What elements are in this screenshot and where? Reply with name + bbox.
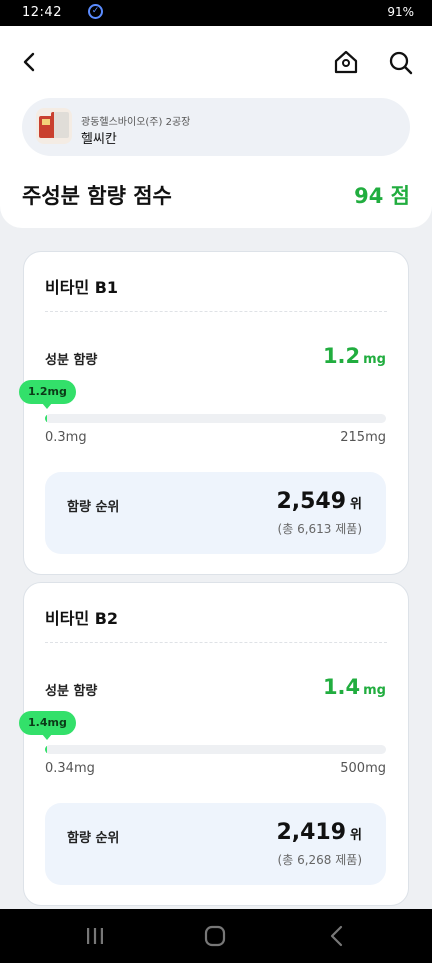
home-circle-icon (204, 925, 226, 947)
amount-bar (45, 745, 386, 754)
range-max: 500mg (340, 761, 386, 776)
rank-total: (총 6,613 제품) (277, 522, 362, 536)
status-bar: 12:42 ✓ 91% (0, 0, 432, 26)
ingredient-card: 비타민 B1 성분 함량 1.2 mg 1.2mg 0.3mg 215mg 함량 … (19, 251, 409, 575)
rank-total: (총 6,268 제품) (277, 853, 362, 867)
rank-box: 함량 순위 2,549 위 (총 6,613 제품) (45, 472, 386, 554)
score-title: 주성분 함량 점수 (22, 184, 172, 208)
search-button[interactable] (388, 48, 414, 76)
rank-label: 함량 순위 (67, 500, 120, 515)
range-min: 0.3mg (45, 430, 87, 445)
recent-apps-button[interactable] (80, 921, 110, 951)
rank-value: 2,549 위 (276, 489, 362, 514)
home-nav-button[interactable] (200, 921, 230, 951)
divider (45, 642, 387, 643)
amount-value: 1.4 mg (322, 675, 386, 699)
product-thumbnail (36, 108, 72, 144)
home-icon (334, 50, 358, 74)
rank-box: 함량 순위 2,419 위 (총 6,268 제품) (45, 803, 386, 885)
amount-bar-fill (45, 414, 47, 423)
range-min: 0.34mg (45, 761, 95, 776)
divider (45, 311, 387, 312)
back-chevron-icon (330, 925, 343, 947)
check-circle-icon: ✓ (88, 4, 103, 19)
system-nav-bar (0, 909, 432, 963)
search-icon (389, 51, 413, 75)
status-time: 12:42 (22, 5, 62, 20)
battery-level: 91% (387, 5, 414, 19)
amount-bar-fill (45, 745, 47, 754)
amount-value: 1.2 mg (322, 344, 386, 368)
amount-bubble: 1.4mg (19, 711, 76, 740)
amount-label: 성분 함량 (45, 684, 98, 699)
score-value: 94 점 (354, 184, 410, 208)
home-button[interactable] (332, 48, 360, 76)
ingredient-name: 비타민 B2 (45, 609, 119, 628)
amount-bar (45, 414, 386, 423)
recent-apps-icon (87, 928, 103, 944)
amount-bubble: 1.2mg (19, 380, 76, 409)
status-icons: ✓ (88, 4, 103, 19)
ingredient-name: 비타민 B1 (45, 278, 119, 297)
rank-value: 2,419 위 (276, 820, 362, 845)
chevron-left-icon (23, 52, 35, 72)
product-chip[interactable]: 광동헬스바이오(주) 2공장 헬씨칸 (22, 98, 410, 156)
back-nav-button[interactable] (322, 921, 352, 951)
ingredient-card: 비타민 B2 성분 함량 1.4 mg 1.4mg 0.34mg 500mg 함량… (19, 582, 409, 906)
product-name: 헬씨칸 (81, 132, 117, 147)
amount-label: 성분 함량 (45, 353, 98, 368)
rank-label: 함량 순위 (67, 831, 120, 846)
product-manufacturer: 광동헬스바이오(주) 2공장 (81, 117, 191, 128)
top-panel: 광동헬스바이오(주) 2공장 헬씨칸 주성분 함량 점수 94 점 (0, 26, 432, 228)
back-button[interactable] (16, 48, 44, 76)
range-max: 215mg (340, 430, 386, 445)
